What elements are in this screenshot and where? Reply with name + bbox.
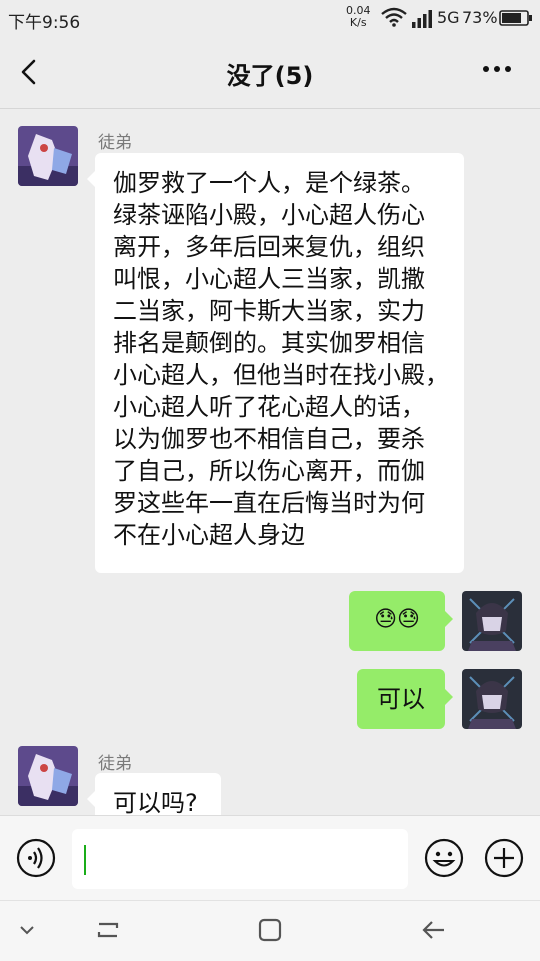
emoji-icon[interactable] (424, 838, 464, 878)
net-speed: 0.04 K/s (346, 5, 371, 29)
message-bubble[interactable]: 伽罗救了一个人，是个绿茶。 绿茶诬陷小殿，小心超人伤心 离开，多年后回来复仇，组… (87, 153, 464, 573)
battery-percent: 73% (462, 8, 498, 27)
message-line: 伽罗救了一个人，是个绿茶。 (113, 169, 425, 197)
message-line: 小心超人，但他当时在找小殿， (113, 361, 449, 389)
chat-title: 没了(5) (226, 62, 314, 90)
message-bubble[interactable]: 可以吗? (87, 773, 221, 815)
plus-icon[interactable] (484, 838, 524, 878)
net-speed-unit: K/s (349, 16, 367, 29)
home-icon[interactable] (258, 917, 282, 943)
back-icon[interactable] (420, 917, 446, 943)
network-type: 5G (437, 8, 460, 27)
recents-icon[interactable] (95, 917, 121, 943)
message-line: 离开，多年后回来复仇，组织 (113, 233, 425, 261)
emoji-message: 😓😓 (374, 607, 420, 632)
avatar-image (18, 126, 78, 186)
message-line: 二当家，阿卡斯大当家，实力 (113, 297, 425, 325)
message-input[interactable] (72, 829, 408, 889)
status-time: 下午9:56 (8, 13, 81, 33)
avatar[interactable] (18, 126, 78, 186)
self-avatar[interactable] (462, 669, 522, 729)
chevron-down-icon[interactable] (18, 923, 36, 937)
wifi-icon (381, 7, 407, 27)
message-line: 罗这些年一直在后悔当时为何 (113, 489, 425, 517)
text-caret (84, 845, 86, 875)
message-bubble-emoji[interactable]: 😓😓 (349, 591, 453, 651)
voice-icon[interactable] (16, 838, 56, 878)
message-text: 可以吗? (113, 789, 198, 815)
avatar-image (462, 669, 522, 729)
battery-icon (499, 10, 532, 26)
message-line: 绿茶诬陷小殿，小心超人伤心 (113, 201, 425, 229)
sender-name: 徒弟 (98, 133, 132, 153)
avatar[interactable] (18, 746, 78, 806)
message-line: 排名是颠倒的。其实伽罗相信 (113, 329, 425, 357)
message-list[interactable]: 徒弟 伽罗救了一个人，是个绿茶。 绿茶诬陷小殿，小心超人伤心 离开，多年后回来复… (0, 109, 540, 815)
avatar-image (18, 746, 78, 806)
message-line: 小心超人听了花心超人的话， (113, 393, 425, 421)
self-avatar[interactable] (462, 591, 522, 651)
more-icon[interactable] (482, 64, 512, 74)
system-nav-bar (0, 900, 540, 961)
chat-header: 没了(5) (0, 36, 540, 109)
avatar-image (462, 591, 522, 651)
status-bar: 下午9:56 0.04 K/s 5G 73% (0, 0, 540, 36)
message-text: 可以 (377, 685, 425, 713)
message-line: 了自己，所以伤心离开，而伽 (113, 457, 425, 485)
message-bubble[interactable]: 可以 (357, 669, 453, 729)
input-bar (0, 815, 540, 901)
message-line: 以为伽罗也不相信自己，要杀 (113, 425, 425, 453)
message-line: 不在小心超人身边 (113, 521, 305, 549)
sender-name: 徒弟 (98, 754, 132, 774)
signal-icon (412, 10, 432, 28)
message-line: 叫恨，小心超人三当家，凯撒 (113, 265, 425, 293)
